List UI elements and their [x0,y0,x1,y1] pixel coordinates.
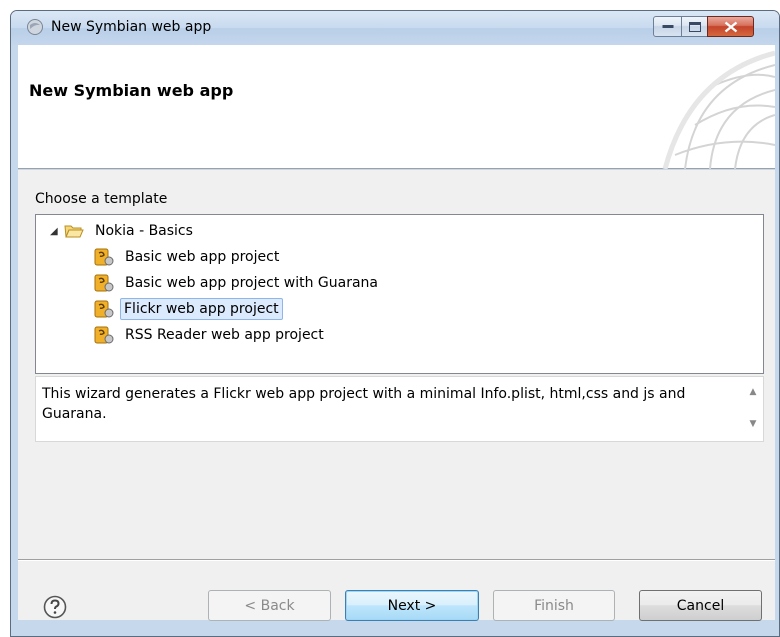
tree-item-label: Basic web app project with Guarana [125,275,378,291]
close-icon [724,21,737,32]
banner-title: New Symbian web app [29,81,234,100]
wizard-window: New Symbian web app New Symbian web app [10,10,780,637]
app-icon [27,19,43,35]
globe-graphic [662,50,775,169]
choose-template-label: Choose a template [35,191,168,207]
description-text: This wizard generates a Flickr web app p… [42,386,686,422]
template-description[interactable]: This wizard generates a Flickr web app p… [35,376,764,442]
tree-item-label: RSS Reader web app project [125,327,324,343]
expand-arrow-icon[interactable]: ◢ [50,226,64,237]
maximize-button[interactable] [681,16,708,37]
cancel-button[interactable]: Cancel [639,590,762,621]
tree-group-nokia-basics[interactable]: ◢ Nokia - Basics [50,219,198,243]
window-title: New Symbian web app [51,19,212,35]
template-tree[interactable]: ◢ Nokia - Basics Basic web app project B… [35,214,764,374]
tree-item[interactable]: RSS Reader web app project [94,323,329,347]
minimize-icon [662,24,673,28]
template-icon [94,248,114,266]
close-button[interactable] [707,16,754,37]
scroll-down-arrow-icon[interactable]: ▼ [747,419,759,429]
wizard-content: Choose a template ◢ Nokia - Basics Basic… [18,170,775,621]
help-icon[interactable] [43,595,67,619]
tree-group-label: Nokia - Basics [95,223,193,239]
next-button[interactable]: Next > [345,590,479,621]
footer-separator [18,559,775,561]
template-icon [94,274,114,292]
title-bar[interactable]: New Symbian web app [11,11,779,45]
maximize-icon [688,21,701,32]
wizard-banner: New Symbian web app [18,45,775,169]
minimize-button[interactable] [653,16,682,37]
tree-item[interactable]: Basic web app project [94,245,284,269]
template-icon [94,326,114,344]
template-icon [94,300,114,318]
folder-open-icon [64,225,84,238]
tree-item-label: Basic web app project [125,249,280,265]
tree-item[interactable]: Basic web app project with Guarana [94,271,383,295]
back-button[interactable]: < Back [208,590,331,621]
finish-button[interactable]: Finish [493,590,615,621]
tree-item-label: Flickr web app project [120,298,283,320]
scroll-up-arrow-icon[interactable]: ▲ [747,387,759,397]
tree-item-selected[interactable]: Flickr web app project [94,297,283,321]
